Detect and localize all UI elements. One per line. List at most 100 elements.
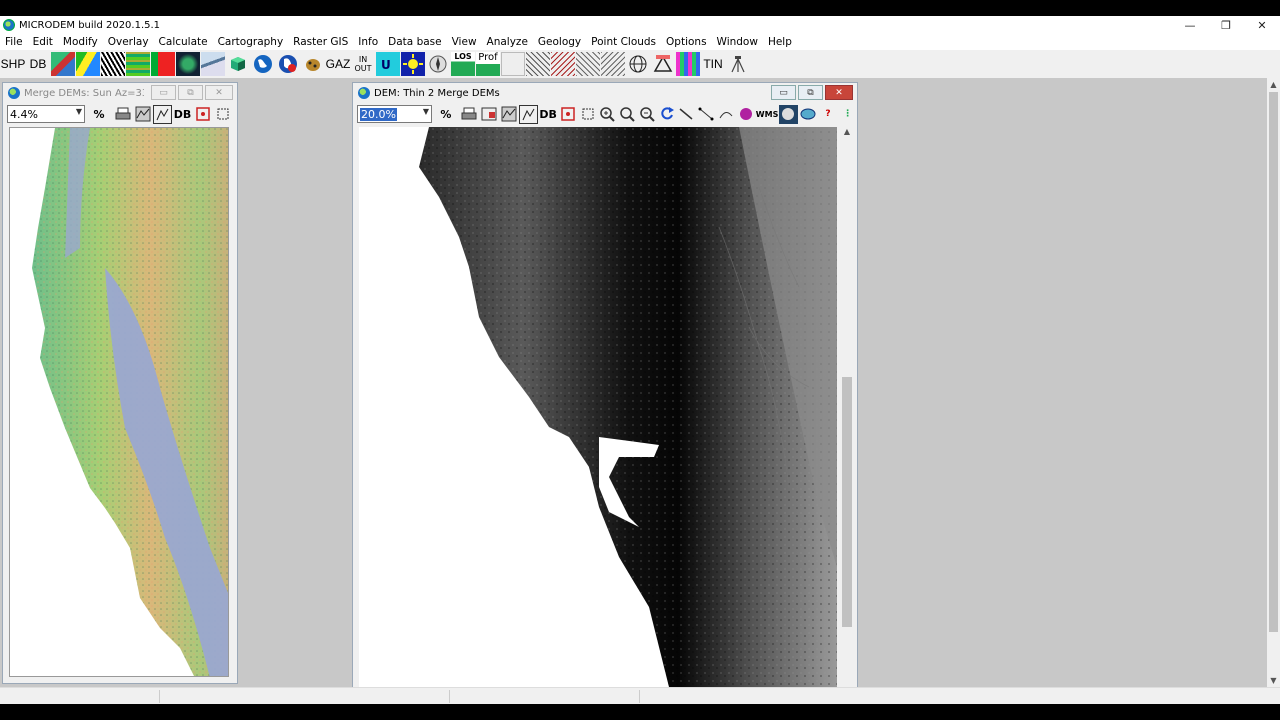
tin-button[interactable]: TIN [701, 52, 725, 76]
scroll-down-arrow[interactable]: ▼ [1267, 674, 1280, 687]
menu-view[interactable]: View [447, 36, 482, 48]
menu-geology[interactable]: Geology [533, 36, 586, 48]
terrain-triangle-icon[interactable] [651, 52, 675, 76]
mdi-workspace: Merge DEMs: Sun Az=335°,... ▭ ⧉ ✕ 4.4% ▼… [0, 78, 1267, 687]
in-out-button[interactable]: IN OUT [351, 52, 375, 76]
los-icon[interactable]: LOS [451, 52, 475, 76]
target-icon[interactable] [193, 105, 212, 124]
fly-through-2-icon[interactable] [601, 52, 625, 76]
blob-icon[interactable] [736, 105, 755, 124]
tripod-icon[interactable] [726, 52, 750, 76]
redraw-icon[interactable] [657, 105, 676, 124]
scroll-up-arrow[interactable]: ▲ [1267, 78, 1280, 91]
percent-button[interactable]: % [436, 105, 456, 124]
zoom-in-icon[interactable] [598, 105, 617, 124]
db-button[interactable]: DB [26, 52, 50, 76]
color-map-icon[interactable] [76, 52, 100, 76]
wire-globe-icon[interactable] [626, 52, 650, 76]
zoom-combobox[interactable]: 20.0% ▼ [357, 105, 433, 123]
scroll-thumb[interactable] [842, 377, 852, 627]
map-layers-icon[interactable] [499, 105, 518, 124]
landcover-icon[interactable] [126, 52, 150, 76]
satellite-red-icon[interactable] [151, 52, 175, 76]
status-segment [450, 690, 640, 703]
menu-raster-gis[interactable]: Raster GIS [288, 36, 353, 48]
earth-icon[interactable] [799, 105, 818, 124]
mesh-red-icon[interactable] [551, 52, 575, 76]
globe-red-icon[interactable] [276, 52, 300, 76]
export-icon[interactable] [480, 105, 499, 124]
printer-icon[interactable] [113, 105, 132, 124]
map-scrollbar[interactable]: ▲ [841, 127, 853, 687]
percent-button[interactable]: % [89, 105, 109, 124]
app-scrollbar[interactable]: ▲ ▼ [1267, 78, 1280, 687]
menu-help[interactable]: Help [763, 36, 797, 48]
shaded-relief-map[interactable] [9, 127, 229, 677]
zoom-out-icon[interactable] [638, 105, 657, 124]
menu-edit[interactable]: Edit [28, 36, 58, 48]
measure-path-icon[interactable] [697, 105, 716, 124]
more-icon[interactable]: ⋮ [838, 105, 857, 124]
map-tools-icon[interactable] [519, 104, 538, 124]
dem-grayscale-map[interactable] [359, 127, 837, 687]
grid-color-icon[interactable] [676, 52, 700, 76]
map-layers-icon[interactable] [133, 105, 152, 124]
menu-analyze[interactable]: Analyze [482, 36, 533, 48]
dem-dark-icon[interactable] [176, 52, 200, 76]
maximize-button[interactable]: ⧉ [178, 85, 203, 100]
close-button[interactable]: ✕ [1244, 16, 1280, 34]
dinosaur-icon[interactable] [301, 52, 325, 76]
minimize-button[interactable]: — [1172, 16, 1208, 34]
texture-map-icon[interactable] [101, 52, 125, 76]
menu-cartography[interactable]: Cartography [213, 36, 289, 48]
map-tools-icon[interactable] [153, 104, 172, 124]
grayscale-elevation-image [419, 127, 837, 687]
child-title: Merge DEMs: Sun Az=335°,... [24, 87, 144, 99]
contour-icon[interactable] [201, 52, 225, 76]
menu-file[interactable]: File [0, 36, 28, 48]
menu-modify[interactable]: Modify [58, 36, 103, 48]
mesh-icon[interactable] [526, 52, 550, 76]
compass-icon[interactable] [426, 52, 450, 76]
close-button[interactable]: ✕ [825, 85, 853, 100]
gaz-button[interactable]: GAZ [326, 52, 350, 76]
help-button[interactable]: ? [819, 105, 838, 124]
cube-3d-icon[interactable] [226, 52, 250, 76]
scroll-thumb[interactable] [1269, 92, 1278, 632]
scroll-up-arrow[interactable]: ▲ [841, 127, 853, 139]
measure-line-icon[interactable] [677, 105, 696, 124]
shp-button[interactable]: SHP [1, 52, 25, 76]
menu-window[interactable]: Window [712, 36, 763, 48]
close-button[interactable]: ✕ [205, 85, 233, 100]
database-button[interactable]: DB [173, 105, 192, 124]
minimize-button[interactable]: ▭ [771, 85, 796, 100]
utm-icon[interactable]: U [376, 52, 400, 76]
profile-icon[interactable]: Prof [476, 52, 500, 76]
minimize-button[interactable]: ▭ [151, 85, 176, 100]
menu-database[interactable]: Data base [383, 36, 446, 48]
blank-map-icon[interactable] [501, 52, 525, 76]
terrain-icon[interactable] [779, 104, 798, 124]
zoom-combobox[interactable]: 4.4% ▼ [7, 105, 85, 123]
route-icon[interactable] [717, 105, 736, 124]
maximize-button[interactable]: ⧉ [798, 85, 823, 100]
zoom-fit-icon[interactable] [618, 105, 637, 124]
menu-point-clouds[interactable]: Point Clouds [586, 36, 661, 48]
menu-options[interactable]: Options [661, 36, 712, 48]
printer-icon[interactable] [460, 105, 479, 124]
image-map-icon[interactable] [51, 52, 75, 76]
window-merge-dems[interactable]: Merge DEMs: Sun Az=335°,... ▭ ⧉ ✕ 4.4% ▼… [2, 82, 238, 684]
database-button[interactable]: DB [539, 105, 558, 124]
fly-through-icon[interactable] [576, 52, 600, 76]
wms-button[interactable]: WMS [756, 105, 779, 124]
sun-icon[interactable] [401, 52, 425, 76]
menu-overlay[interactable]: Overlay [103, 36, 154, 48]
restore-button[interactable]: ❐ [1208, 16, 1244, 34]
target-icon[interactable] [559, 105, 578, 124]
crop-icon[interactable] [578, 105, 597, 124]
crop-icon[interactable] [213, 105, 232, 124]
menu-calculate[interactable]: Calculate [154, 36, 213, 48]
menu-info[interactable]: Info [353, 36, 383, 48]
window-thin-dem[interactable]: DEM: Thin 2 Merge DEMs ▭ ⧉ ✕ 20.0% ▼ % D… [352, 82, 858, 687]
globe-icon[interactable] [251, 52, 275, 76]
